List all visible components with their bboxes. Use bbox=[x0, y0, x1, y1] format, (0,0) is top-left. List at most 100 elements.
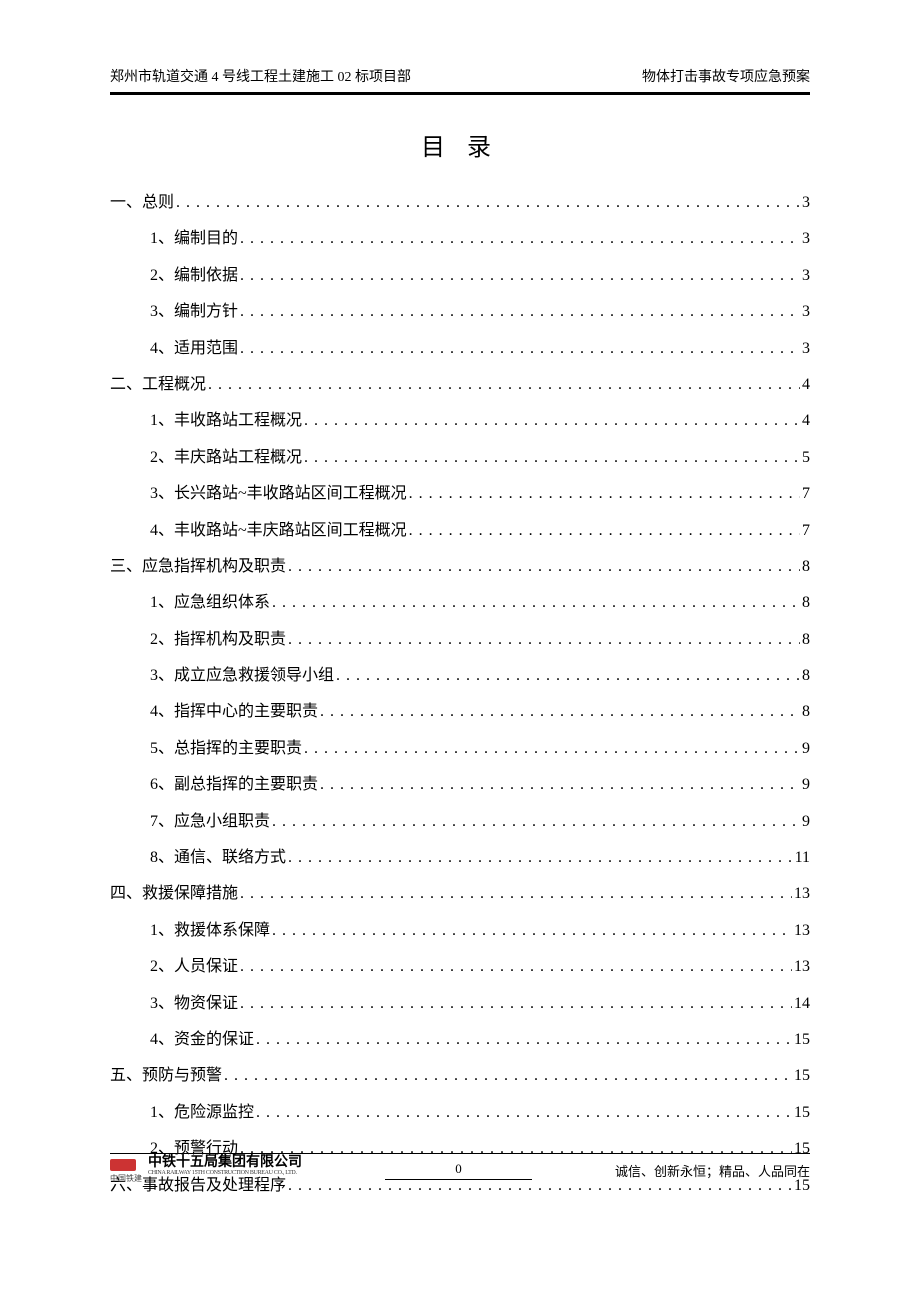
toc-entry-label: 1、危险源监控 bbox=[150, 1098, 254, 1128]
toc-entry-page: 8 bbox=[802, 661, 810, 691]
toc-entry-page: 4 bbox=[802, 406, 810, 436]
toc-entry: 4、丰收路站~丰庆路站区间工程概况 7 bbox=[150, 516, 810, 546]
toc-entry-label: 2、编制依据 bbox=[150, 261, 238, 291]
toc-entry-label: 二、工程概况 bbox=[110, 370, 206, 400]
toc-entry-page: 8 bbox=[802, 625, 810, 655]
toc-entry: 4、指挥中心的主要职责 8 bbox=[150, 697, 810, 727]
toc-entry-page: 8 bbox=[802, 697, 810, 727]
toc-entry: 1、丰收路站工程概况 4 bbox=[150, 406, 810, 436]
toc-entry-page: 9 bbox=[802, 770, 810, 800]
toc-entry: 6、副总指挥的主要职责 9 bbox=[150, 770, 810, 800]
toc-entry-page: 3 bbox=[802, 188, 810, 218]
toc-leader-dots bbox=[176, 188, 800, 218]
toc-entry-page: 13 bbox=[794, 879, 810, 909]
toc-entry: 三、应急指挥机构及职责 8 bbox=[110, 552, 810, 582]
toc-leader-dots bbox=[240, 261, 800, 291]
toc-entry: 2、丰庆路站工程概况5 bbox=[150, 443, 810, 473]
toc-leader-dots bbox=[272, 807, 800, 837]
toc-entry-page: 3 bbox=[802, 297, 810, 327]
toc-entry: 二、工程概况 4 bbox=[110, 370, 810, 400]
toc-entry-page: 9 bbox=[802, 807, 810, 837]
toc-entry-page: 15 bbox=[794, 1061, 810, 1091]
brand-small-label: 中国铁建 bbox=[110, 1173, 142, 1184]
toc-entry: 2、人员保证13 bbox=[150, 952, 810, 982]
toc-entry-page: 8 bbox=[802, 552, 810, 582]
toc-entry: 4、适用范围 3 bbox=[150, 334, 810, 364]
toc-entry-label: 4、丰收路站~丰庆路站区间工程概况 bbox=[150, 516, 407, 546]
toc-entry: 2、编制依据 3 bbox=[150, 261, 810, 291]
toc-entry-label: 2、丰庆路站工程概况 bbox=[150, 443, 302, 473]
toc-entry-page: 7 bbox=[802, 516, 810, 546]
table-of-contents: 一、总则31、编制目的32、编制依据33、编制方针34、适用范围3二、工程概况4… bbox=[110, 188, 810, 1201]
toc-entry-label: 1、编制目的 bbox=[150, 224, 238, 254]
toc-leader-dots bbox=[288, 625, 800, 655]
toc-title: 目 录 bbox=[110, 127, 810, 162]
toc-entry-label: 三、应急指挥机构及职责 bbox=[110, 552, 286, 582]
toc-leader-dots bbox=[288, 552, 800, 582]
toc-leader-dots bbox=[240, 989, 792, 1019]
toc-leader-dots bbox=[256, 1098, 792, 1128]
toc-entry: 四、救援保障措施 13 bbox=[110, 879, 810, 909]
toc-leader-dots bbox=[304, 406, 800, 436]
page-number: 0 bbox=[385, 1161, 532, 1180]
toc-entry-label: 8、通信、联络方式 bbox=[150, 843, 286, 873]
toc-entry: 1、应急组织体系8 bbox=[150, 588, 810, 618]
toc-leader-dots bbox=[240, 297, 800, 327]
toc-entry-page: 8 bbox=[802, 588, 810, 618]
toc-leader-dots bbox=[272, 916, 792, 946]
header-left: 郑州市轨道交通 4 号线工程土建施工 02 标项目部 bbox=[110, 66, 411, 86]
footer-slogan: 诚信、创新永恒；精品、人品同在 bbox=[615, 1161, 810, 1180]
toc-entry: 7、应急小组职责9 bbox=[150, 807, 810, 837]
toc-entry-page: 3 bbox=[802, 261, 810, 291]
toc-entry-label: 2、指挥机构及职责 bbox=[150, 625, 286, 655]
toc-entry-label: 3、长兴路站~丰收路站区间工程概况 bbox=[150, 479, 407, 509]
toc-leader-dots bbox=[272, 588, 800, 618]
toc-entry-page: 3 bbox=[802, 224, 810, 254]
toc-entry-label: 1、救援体系保障 bbox=[150, 916, 270, 946]
toc-entry-label: 6、副总指挥的主要职责 bbox=[150, 770, 318, 800]
toc-entry-label: 3、编制方针 bbox=[150, 297, 238, 327]
toc-leader-dots bbox=[409, 479, 800, 509]
toc-entry-page: 4 bbox=[802, 370, 810, 400]
toc-leader-dots bbox=[304, 734, 800, 764]
toc-entry: 3、物资保证 14 bbox=[150, 989, 810, 1019]
toc-entry-label: 1、丰收路站工程概况 bbox=[150, 406, 302, 436]
toc-leader-dots bbox=[409, 516, 800, 546]
toc-entry-page: 11 bbox=[795, 843, 810, 873]
toc-leader-dots bbox=[320, 770, 800, 800]
toc-leader-dots bbox=[336, 661, 800, 691]
toc-entry-label: 3、成立应急救援领导小组 bbox=[150, 661, 334, 691]
page-footer: 中国铁建 中铁十五局集团有限公司 CHINA RAILWAY 15TH CONS… bbox=[110, 1153, 810, 1184]
toc-leader-dots bbox=[240, 879, 792, 909]
toc-entry-label: 4、适用范围 bbox=[150, 334, 238, 364]
toc-leader-dots bbox=[304, 443, 800, 473]
toc-entry-page: 7 bbox=[802, 479, 810, 509]
toc-entry-label: 3、物资保证 bbox=[150, 989, 238, 1019]
toc-entry: 3、成立应急救援领导小组 8 bbox=[150, 661, 810, 691]
logo-icon bbox=[110, 1159, 136, 1171]
toc-leader-dots bbox=[320, 697, 800, 727]
toc-entry-page: 15 bbox=[794, 1098, 810, 1128]
toc-entry-label: 5、总指挥的主要职责 bbox=[150, 734, 302, 764]
toc-entry-page: 14 bbox=[794, 989, 810, 1019]
toc-entry-page: 9 bbox=[802, 734, 810, 764]
toc-entry: 1、危险源监控 15 bbox=[150, 1098, 810, 1128]
company-name-cn: 中铁十五局集团有限公司 bbox=[148, 1156, 302, 1170]
toc-entry-label: 五、预防与预警 bbox=[110, 1061, 222, 1091]
toc-leader-dots bbox=[256, 1025, 792, 1055]
toc-entry-label: 2、人员保证 bbox=[150, 952, 238, 982]
toc-entry-label: 4、资金的保证 bbox=[150, 1025, 254, 1055]
company-name-en: CHINA RAILWAY 15TH CONSTRUCTION BUREAU C… bbox=[148, 1170, 302, 1176]
toc-entry: 1、编制目的 3 bbox=[150, 224, 810, 254]
toc-entry-page: 15 bbox=[794, 1025, 810, 1055]
toc-leader-dots bbox=[288, 843, 793, 873]
toc-leader-dots bbox=[240, 952, 792, 982]
footer-branding: 中国铁建 中铁十五局集团有限公司 CHINA RAILWAY 15TH CONS… bbox=[110, 1156, 302, 1184]
toc-entry-label: 4、指挥中心的主要职责 bbox=[150, 697, 318, 727]
toc-entry-page: 13 bbox=[794, 916, 810, 946]
toc-entry: 4、资金的保证 15 bbox=[150, 1025, 810, 1055]
toc-leader-dots bbox=[240, 224, 800, 254]
toc-leader-dots bbox=[208, 370, 800, 400]
toc-entry-label: 四、救援保障措施 bbox=[110, 879, 238, 909]
toc-entry-page: 3 bbox=[802, 334, 810, 364]
